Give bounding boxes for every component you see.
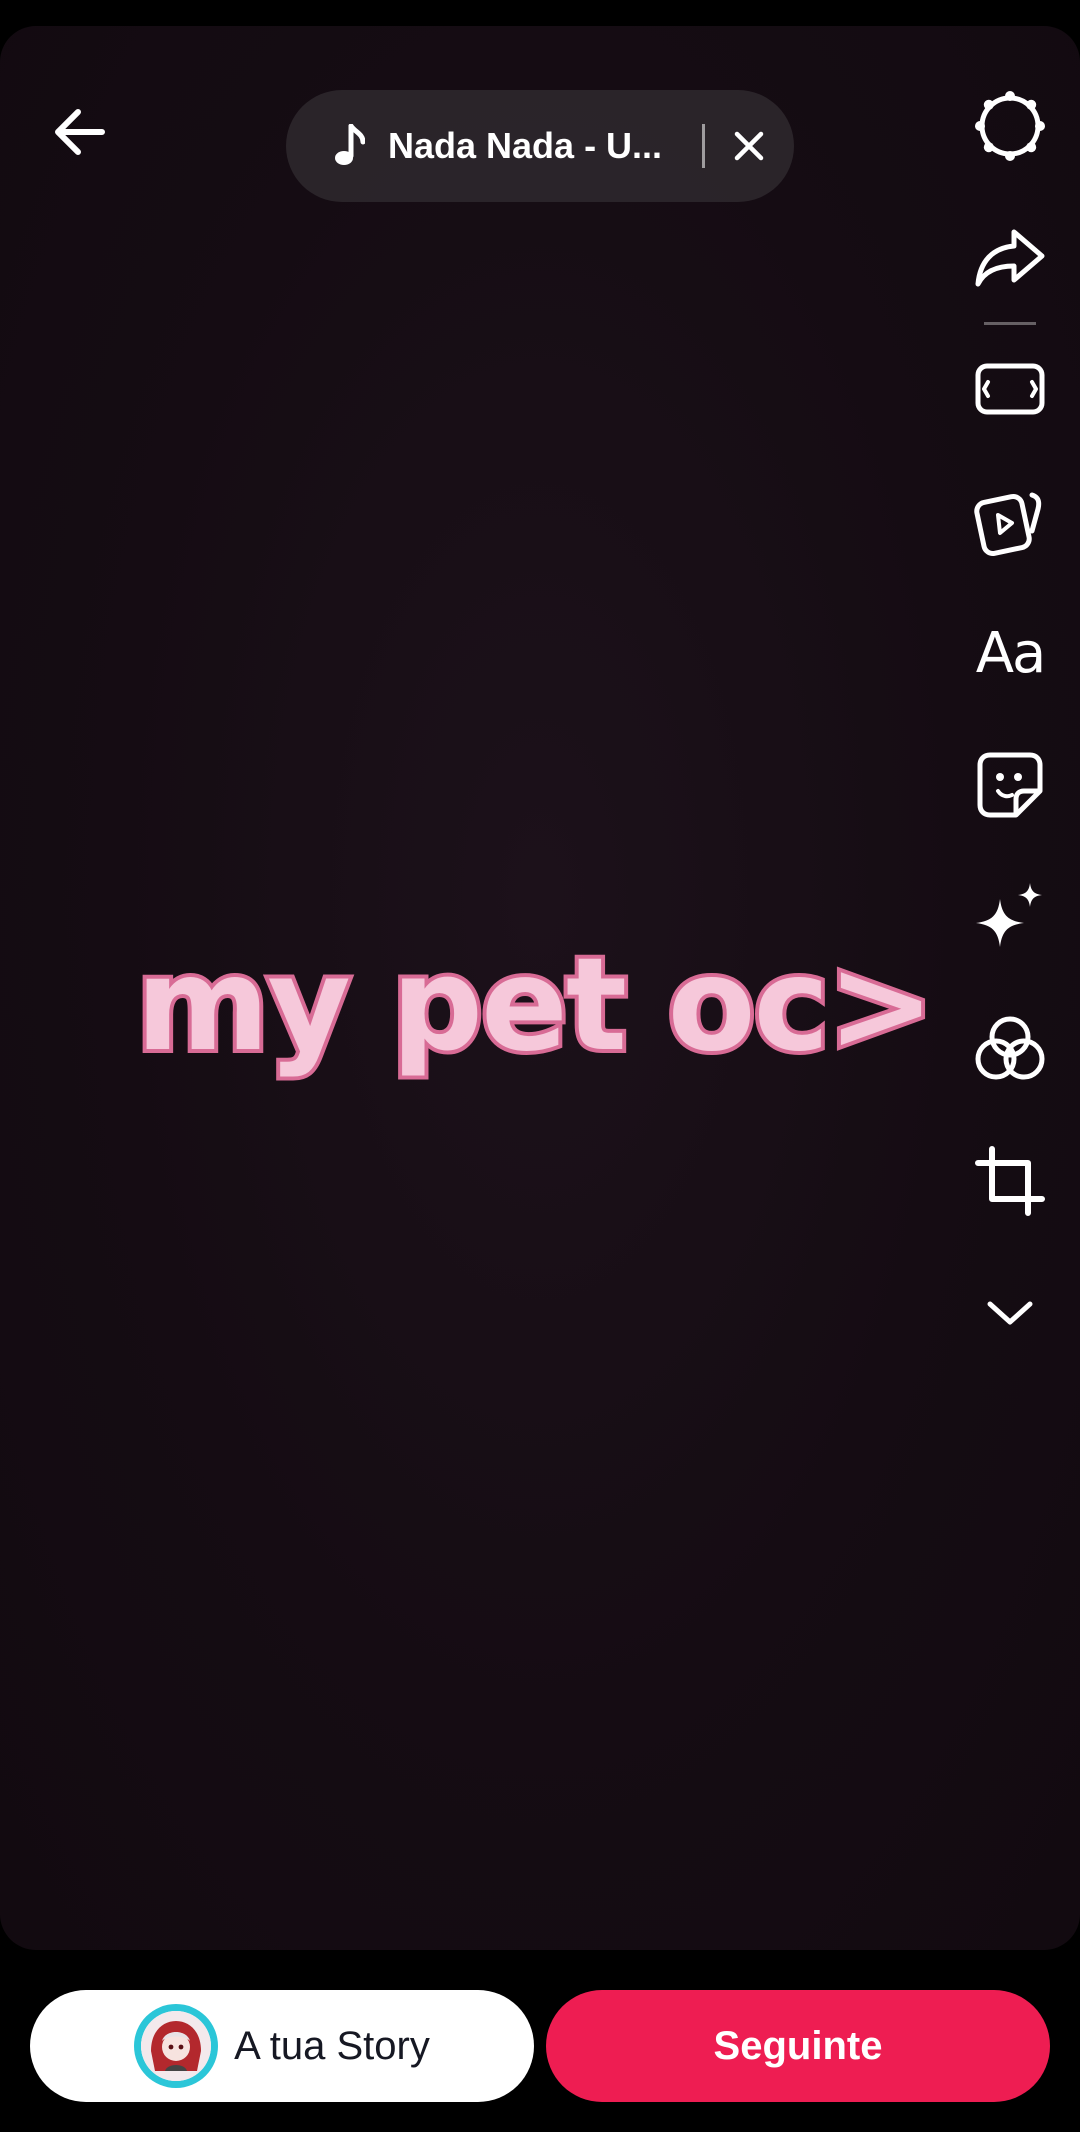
crop-icon: [975, 1146, 1045, 1216]
arrow-left-icon: [55, 109, 105, 155]
pill-divider: [702, 124, 705, 168]
close-icon: [734, 131, 764, 161]
sparkles-icon: [976, 883, 1042, 947]
next-label: Seguinte: [713, 2023, 883, 2068]
gear-icon: [975, 91, 1045, 161]
remove-music-button[interactable]: [717, 114, 781, 178]
back-button[interactable]: [44, 96, 116, 168]
music-title: Nada Nada - U...: [388, 125, 663, 166]
video-editor-screen: Nada Nada - U... Aa my pet oc> A tua Sto…: [0, 0, 1080, 2132]
avatar-image: [141, 2011, 212, 2081]
filters-icon: [975, 1016, 1045, 1080]
bottom-action-bar: A tua Story Seguinte: [0, 1990, 1080, 2132]
settings-button[interactable]: [968, 84, 1052, 168]
video-cards-icon: [974, 492, 1042, 557]
text-icon: Aa: [975, 620, 1047, 686]
video-preview-canvas[interactable]: Nada Nada - U... Aa my pet oc>: [0, 26, 1080, 1950]
your-story-button[interactable]: A tua Story: [30, 1990, 534, 2102]
sticker-icon: [977, 752, 1043, 818]
share-button[interactable]: [968, 216, 1052, 300]
stickers-button[interactable]: [968, 743, 1052, 827]
chevron-down-icon: [987, 1301, 1033, 1325]
toolbar-divider: [984, 322, 1036, 325]
crop-button[interactable]: [968, 1139, 1052, 1223]
edit-toolbar: Aa: [960, 84, 1060, 1355]
effects-button[interactable]: [968, 875, 1052, 959]
avatar: [134, 2004, 219, 2088]
your-story-label: A tua Story: [234, 2023, 430, 2068]
music-selector[interactable]: Nada Nada - U...: [286, 90, 794, 202]
share-arrow-icon: [975, 229, 1045, 287]
film-frame-icon: [975, 363, 1045, 415]
text-button[interactable]: Aa: [968, 611, 1052, 695]
more-tools-button[interactable]: [968, 1271, 1052, 1355]
next-button[interactable]: Seguinte: [546, 1990, 1050, 2102]
filters-button[interactable]: [968, 1007, 1052, 1091]
template-button[interactable]: [968, 347, 1052, 431]
music-note-icon: [330, 122, 370, 170]
video-cards-button[interactable]: [968, 479, 1052, 563]
overlay-text-sticker[interactable]: my pet oc>: [132, 926, 956, 1086]
